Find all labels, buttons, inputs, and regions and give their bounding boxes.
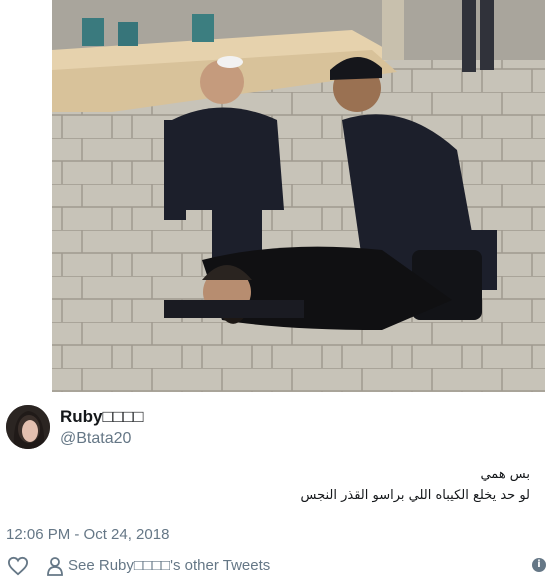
info-icon[interactable]: i xyxy=(532,558,546,572)
tweet-text-line: لو حد يخلع الكيباه اللي براسو القذر النج… xyxy=(300,488,531,503)
author-display-name[interactable]: Ruby□□□□ xyxy=(60,407,144,427)
tweet-timestamp[interactable]: 12:06 PM - Oct 24, 2018 xyxy=(6,526,169,543)
tweet-footer: See Ruby□□□□'s other Tweets i xyxy=(0,552,560,582)
person-icon[interactable] xyxy=(47,556,63,576)
heart-icon[interactable] xyxy=(7,556,29,576)
see-other-tweets-link[interactable]: See Ruby□□□□'s other Tweets xyxy=(68,557,270,574)
tweet-text-line: بس همي xyxy=(480,467,530,482)
author-handle[interactable]: @Btata20 xyxy=(60,430,131,448)
tweet-text: بس همي لو حد يخلع الكيباه اللي براسو الق… xyxy=(30,464,531,506)
avatar[interactable] xyxy=(6,405,50,449)
tweet-photo[interactable] xyxy=(52,0,545,392)
photo-scene xyxy=(52,0,545,392)
